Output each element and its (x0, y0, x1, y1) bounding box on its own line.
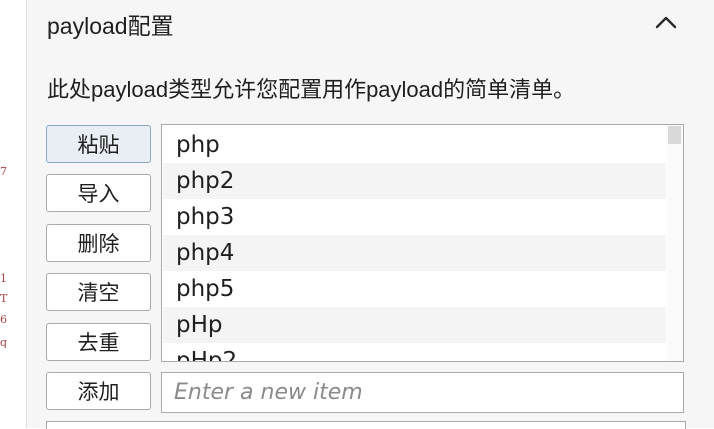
panel-description: 此处payload类型允许您配置用作payload的简单清单。 (47, 77, 576, 102)
import-button[interactable]: 导入 (46, 174, 151, 212)
list-item[interactable]: php4 (163, 235, 666, 271)
list-item[interactable]: pHp (163, 307, 666, 343)
paste-button[interactable]: 粘贴 (46, 125, 151, 163)
payload-config-panel: payload配置 此处payload类型允许您配置用作payload的简单清单… (26, 0, 714, 429)
list-item[interactable]: php3 (163, 199, 666, 235)
gutter-glyph: 6 (0, 314, 7, 325)
clear-button[interactable]: 清空 (46, 273, 151, 311)
new-item-input[interactable] (161, 372, 684, 413)
gutter-glyph: q (0, 337, 8, 348)
payload-list[interactable]: php php2 php3 php4 php5 pHp pHp2 (161, 124, 684, 362)
gutter-glyph: 1 (0, 273, 7, 284)
list-item[interactable]: php (163, 127, 666, 163)
list-scrollbar[interactable] (667, 125, 683, 361)
chevron-up-icon[interactable] (653, 10, 679, 34)
list-item[interactable]: php2 (163, 163, 666, 199)
dedupe-button[interactable]: 去重 (46, 323, 151, 361)
list-item[interactable]: php5 (163, 271, 666, 307)
gutter-glyph: T (0, 293, 8, 304)
scroll-thumb[interactable] (668, 126, 681, 144)
left-gutter: 7 1 T 6 q (0, 0, 26, 428)
panel-title: payload配置 (47, 13, 174, 39)
gutter-glyph: 7 (0, 166, 7, 177)
add-button[interactable]: 添加 (46, 372, 151, 410)
list-item[interactable]: pHp2 (163, 343, 666, 361)
delete-button[interactable]: 删除 (46, 224, 151, 262)
